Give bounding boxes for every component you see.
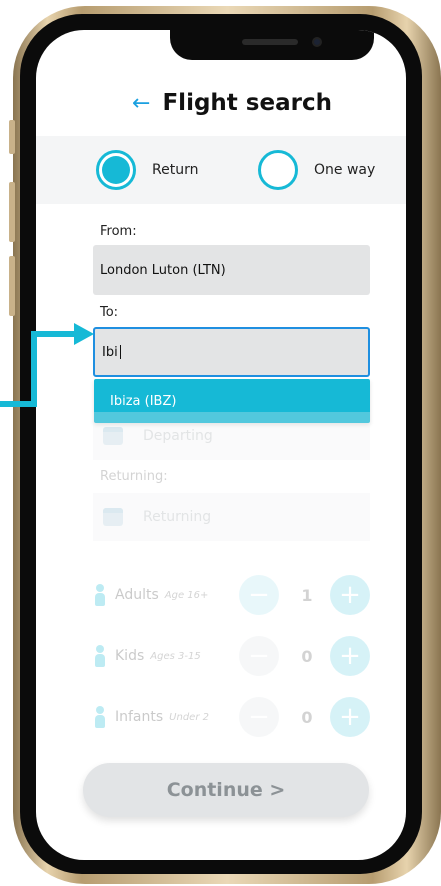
decrement-button[interactable]: −: [239, 575, 279, 615]
radio-one-way[interactable]: One way: [258, 136, 375, 204]
passenger-count: 0: [301, 646, 313, 666]
radio-dot: [102, 156, 130, 184]
to-input[interactable]: Ibi: [93, 327, 370, 377]
passenger-count: 1: [301, 585, 313, 605]
trip-type-selector: Return One way: [36, 136, 406, 204]
returning-input[interactable]: Returning: [93, 493, 370, 541]
continue-button[interactable]: Continue >: [83, 763, 369, 817]
passenger-row-adults: Adults Age 16+ − 1 +: [93, 575, 373, 615]
radio-unselected-icon[interactable]: [258, 150, 298, 190]
speaker-icon: [242, 39, 298, 45]
from-label: From:: [100, 224, 137, 239]
text-caret: [119, 345, 121, 359]
side-button: [9, 120, 15, 154]
increment-button[interactable]: +: [330, 575, 370, 615]
radio-label-one-way: One way: [314, 162, 376, 178]
person-icon: [93, 645, 107, 667]
returning-placeholder: Returning: [143, 509, 212, 525]
calendar-icon: [103, 508, 123, 526]
camera-icon: [312, 37, 322, 47]
decrement-button[interactable]: −: [239, 636, 279, 676]
passenger-row-kids: Kids Ages 3-15 − 0 +: [93, 636, 373, 676]
page-title: Flight search: [162, 90, 332, 116]
notch: [170, 30, 374, 60]
header: ← Flight search: [94, 86, 370, 120]
returning-label: Returning:: [100, 469, 168, 484]
from-value: London Luton (LTN): [100, 262, 226, 278]
to-value: Ibi: [102, 344, 118, 360]
baby-icon: [93, 706, 107, 728]
radio-return[interactable]: Return: [96, 136, 198, 204]
pointer-arrow-icon: [0, 323, 94, 407]
departing-placeholder: Departing: [143, 428, 213, 444]
passenger-label: Kids: [115, 648, 145, 664]
from-input[interactable]: London Luton (LTN): [93, 245, 370, 295]
passenger-age: Ages 3-15: [150, 650, 201, 662]
increment-button[interactable]: +: [330, 697, 370, 737]
side-button: [9, 256, 15, 316]
increment-button[interactable]: +: [330, 636, 370, 676]
passenger-row-infants: Infants Under 2 − 0 +: [93, 697, 373, 737]
passenger-label: Adults: [115, 587, 159, 603]
radio-label-return: Return: [152, 162, 199, 178]
passenger-label: Infants: [115, 709, 164, 725]
passenger-age: Age 16+: [164, 589, 209, 601]
back-arrow-icon[interactable]: ←: [132, 91, 150, 116]
side-button: [9, 182, 15, 242]
radio-selected-icon[interactable]: [96, 150, 136, 190]
to-label: To:: [100, 305, 119, 320]
departing-input[interactable]: Departing: [93, 412, 370, 460]
decrement-button[interactable]: −: [239, 697, 279, 737]
passenger-count: 0: [301, 707, 313, 727]
passenger-age: Under 2: [169, 711, 209, 723]
calendar-icon: [103, 427, 123, 445]
person-icon: [93, 584, 107, 606]
